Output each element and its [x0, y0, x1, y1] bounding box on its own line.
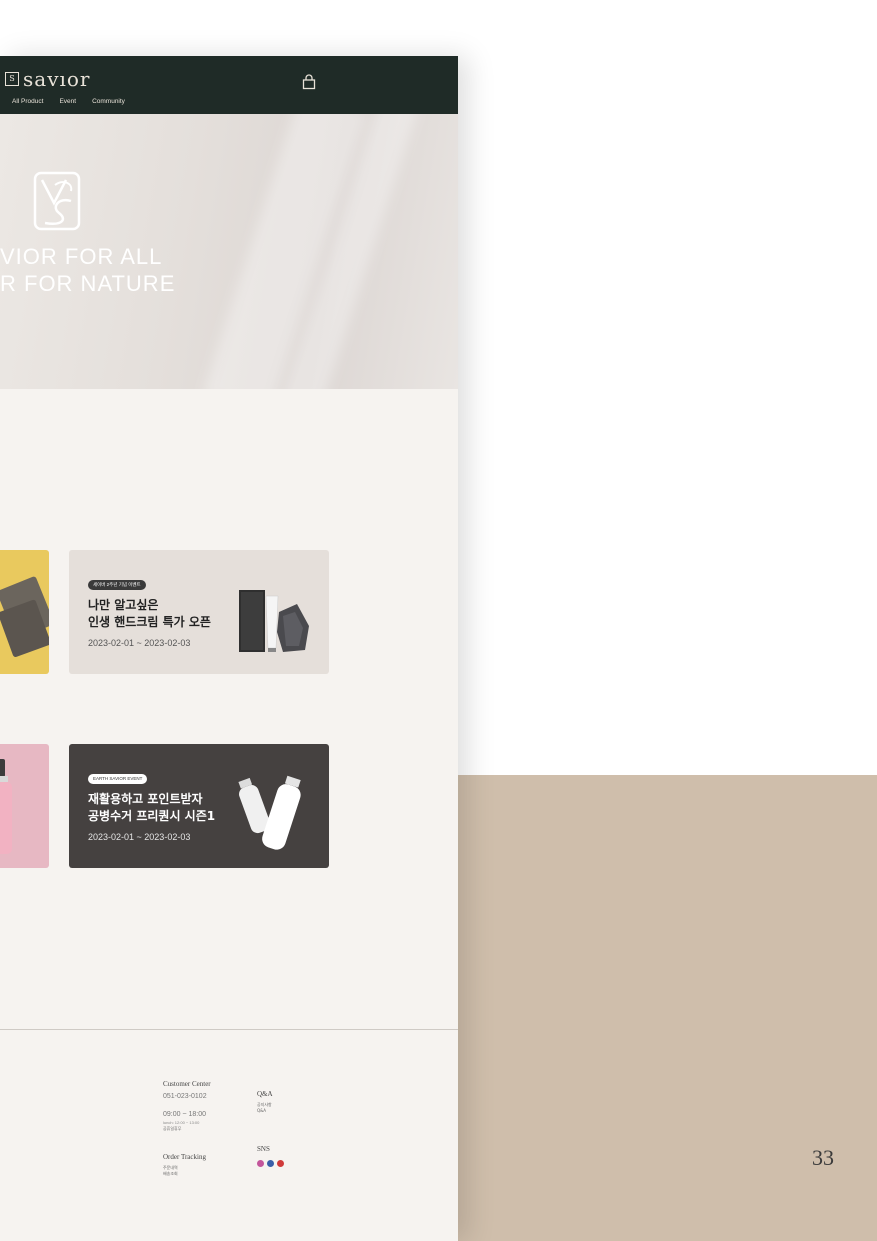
order-tracking-title: Order Tracking	[163, 1153, 206, 1161]
logo[interactable]: S savıor	[5, 68, 90, 90]
event-card[interactable]: 세이버 2주년 기념 이벤트 나만 알고싶은 인생 핸드크림 특가 오픈 202…	[69, 550, 329, 674]
business-hours: 09:00 ~ 18:00	[163, 1111, 207, 1118]
event-badge: EARTH SAVIOR EVENT	[88, 774, 148, 784]
footer-link-qa[interactable]: Q&A	[257, 1108, 266, 1113]
vs-monogram-icon	[33, 171, 81, 231]
website-mockup: S savıor All Product Event Community VIO…	[0, 56, 458, 1241]
phone-number: 051-023-0102	[163, 1093, 207, 1100]
serum-bottle-image	[0, 759, 12, 854]
hero-banner: VIOR FOR ALL R FOR NATURE	[0, 114, 458, 389]
main-nav: All Product Event Community	[12, 98, 125, 105]
event-title: 재활용하고 포인트받자 공병수거 프리퀀시 시즌1	[88, 791, 215, 825]
event-card-partial[interactable]	[0, 550, 49, 674]
hero-headline-1: VIOR FOR ALL	[0, 244, 163, 269]
event-title-line: 나만 알고싶은	[88, 598, 159, 612]
instagram-icon[interactable]	[257, 1160, 264, 1167]
hand-cream-product-image	[239, 590, 309, 652]
event-title-line: 인생 핸드크림 특가 오픈	[88, 615, 211, 629]
event-title: 나만 알고싶은 인생 핸드크림 특가 오픈	[88, 597, 211, 631]
event-badge: 세이버 2주년 기념 이벤트	[88, 580, 146, 590]
event-card-partial[interactable]	[0, 744, 49, 868]
event-card[interactable]: EARTH SAVIOR EVENT 재활용하고 포인트받자 공병수거 프리퀀시…	[69, 744, 329, 868]
side-panel	[458, 775, 877, 1241]
facebook-icon[interactable]	[267, 1160, 274, 1167]
holiday-note: 공휴일휴무	[163, 1126, 182, 1131]
nav-community[interactable]: Community	[92, 98, 125, 105]
event-date: 2023-02-01 ~ 2023-02-03	[88, 832, 191, 842]
footer-link-delivery[interactable]: 배송조회	[163, 1171, 178, 1177]
nav-event[interactable]: Event	[59, 98, 76, 105]
hero-headline-2: R FOR NATURE	[0, 271, 176, 296]
event-title-line: 재활용하고 포인트받자	[88, 792, 203, 806]
logo-mark-icon: S	[5, 72, 19, 86]
logo-text: savıor	[23, 67, 91, 91]
shopping-bag-icon[interactable]	[302, 74, 316, 90]
nav-all-product[interactable]: All Product	[12, 98, 43, 105]
event-title-line: 공병수거 프리퀀시 시즌1	[88, 809, 216, 823]
bottle-product-image	[238, 775, 301, 850]
product-box-image	[0, 576, 49, 657]
footer-divider	[0, 1029, 458, 1030]
site-header: S savıor All Product Event Community	[0, 56, 458, 114]
page-number: 33	[812, 1145, 834, 1170]
customer-center-title: Customer Center	[163, 1080, 211, 1088]
sns-title: SNS	[257, 1145, 270, 1153]
event-date: 2023-02-01 ~ 2023-02-03	[88, 638, 191, 648]
lunch-hours: lunch: 12:00 ~ 13:00	[163, 1120, 200, 1125]
youtube-icon[interactable]	[277, 1160, 284, 1167]
qa-title: Q&A	[257, 1090, 273, 1098]
